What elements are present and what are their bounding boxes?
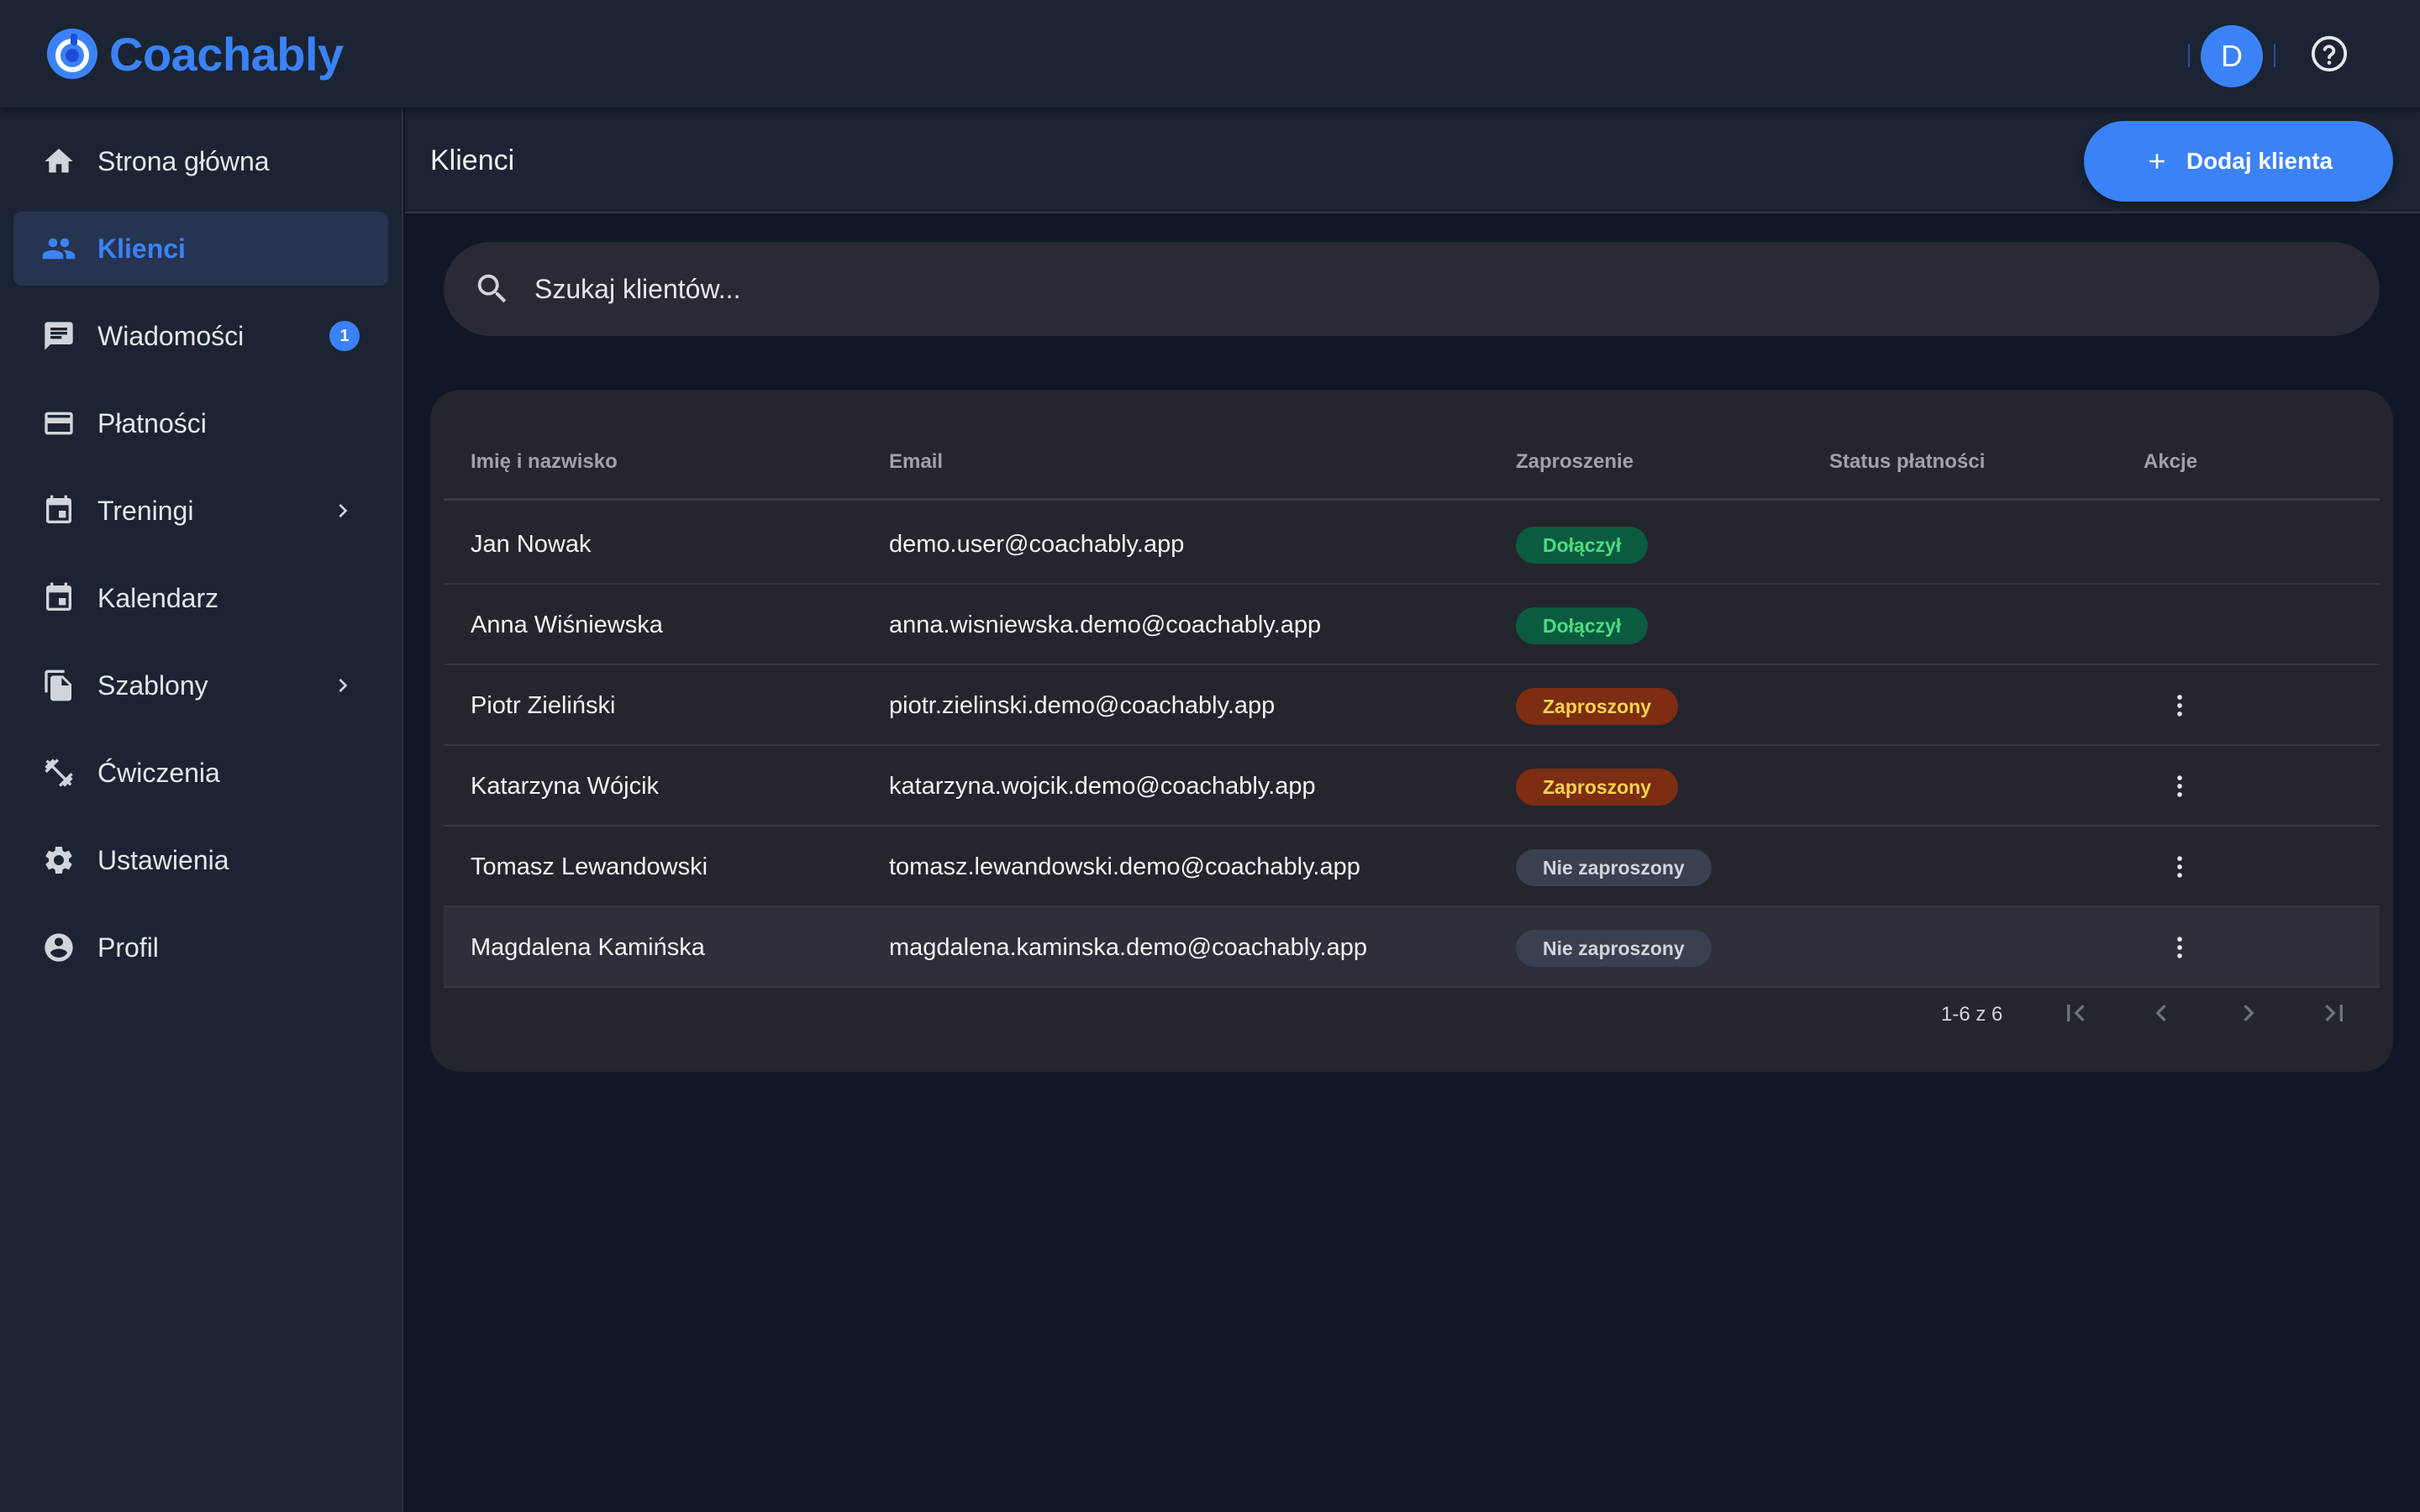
plus-icon xyxy=(2149,154,2165,169)
credit-card-icon xyxy=(40,405,77,442)
row-actions-button[interactable] xyxy=(2163,850,2196,884)
gear-icon xyxy=(40,842,77,879)
page-title: Klienci xyxy=(430,144,515,176)
column-header-name[interactable]: Imię i nazwisko xyxy=(471,423,618,501)
client-email: katarzyna.wojcik.demo@coachably.app xyxy=(889,773,1316,800)
sidebar-item-home[interactable]: Strona główna xyxy=(13,124,388,198)
sidebar-item-templates[interactable]: Szablony xyxy=(13,648,388,722)
people-icon xyxy=(40,230,77,267)
status-badge: Zaproszony xyxy=(1516,688,1679,725)
first-page-button[interactable] xyxy=(2059,996,2092,1030)
brand-logo[interactable]: Coachably xyxy=(45,25,344,82)
top-bar: Coachably D xyxy=(0,0,2420,108)
dumbbell-icon xyxy=(40,754,77,791)
add-client-label: Dodaj klienta xyxy=(2186,148,2333,174)
client-email: piotr.zielinski.demo@coachably.app xyxy=(889,692,1276,719)
search-bar[interactable] xyxy=(444,242,2380,336)
sidebar-item-label: Profil xyxy=(97,932,159,963)
add-client-button[interactable]: Dodaj klienta xyxy=(2084,121,2393,202)
account-circle-icon xyxy=(40,929,77,966)
chevron-left-icon xyxy=(2155,1005,2166,1021)
sidebar-item-payments[interactable]: Płatności xyxy=(13,386,388,460)
table-row[interactable]: Tomasz Lewandowski tomasz.lewandowski.de… xyxy=(444,827,2380,907)
copy-icon xyxy=(40,667,77,704)
chevron-right-icon xyxy=(339,504,348,517)
column-header-actions: Akcje xyxy=(2144,450,2198,473)
more-vertical-icon xyxy=(2177,695,2182,717)
client-email: tomasz.lewandowski.demo@coachably.app xyxy=(889,853,1360,880)
chat-icon xyxy=(40,318,77,354)
status-badge: Nie zaproszony xyxy=(1516,930,1712,967)
sidebar-item-clients[interactable]: Klienci xyxy=(13,212,388,286)
sidebar-item-calendar[interactable]: Kalendarz xyxy=(13,561,388,635)
more-vertical-icon xyxy=(2177,937,2182,958)
table-row[interactable]: Jan Nowak demo.user@coachably.app Dołącz… xyxy=(444,504,2380,585)
avatar[interactable]: D xyxy=(2201,25,2263,87)
logo-icon xyxy=(47,29,97,79)
sidebar-item-label: Strona główna xyxy=(97,145,270,176)
more-vertical-icon xyxy=(2177,856,2182,878)
client-name: Jan Nowak xyxy=(471,531,592,558)
table-row[interactable]: Magdalena Kamińska magdalena.kaminska.de… xyxy=(444,907,2380,988)
table-header: Imię i nazwisko Email Zaproszenie Status… xyxy=(444,423,2380,501)
home-icon xyxy=(40,143,77,180)
pagination-range: 1-6 z 6 xyxy=(1941,1003,2003,1026)
client-email: magdalena.kaminska.demo@coachably.app xyxy=(889,934,1367,961)
next-page-button[interactable] xyxy=(2232,996,2265,1030)
sidebar-item-workouts[interactable]: Treningi xyxy=(13,474,388,548)
help-circle-icon xyxy=(2311,35,2348,72)
client-name: Katarzyna Wójcik xyxy=(471,773,660,800)
user-menu[interactable]: D xyxy=(2188,18,2275,94)
unread-badge: 1 xyxy=(329,321,360,351)
sidebar-item-settings[interactable]: Ustawienia xyxy=(13,823,388,897)
column-header-email[interactable]: Email xyxy=(889,423,943,501)
column-header-payment-status[interactable]: Status płatności xyxy=(1829,423,1985,501)
client-name: Magdalena Kamińska xyxy=(471,934,705,961)
clients-table-card: Imię i nazwisko Email Zaproszenie Status… xyxy=(430,390,2393,1072)
table-row[interactable]: Piotr Zieliński piotr.zielinski.demo@coa… xyxy=(444,665,2380,746)
calendar-icon xyxy=(40,580,77,617)
client-email: demo.user@coachably.app xyxy=(889,531,1185,558)
help-button[interactable] xyxy=(2309,34,2349,74)
status-badge: Dołączył xyxy=(1516,607,1649,644)
row-actions-button[interactable] xyxy=(2163,689,2196,722)
status-badge: Zaproszony xyxy=(1516,769,1679,806)
client-name: Anna Wiśniewska xyxy=(471,612,663,638)
status-badge: Nie zaproszony xyxy=(1516,849,1712,886)
client-name: Piotr Zieliński xyxy=(471,692,616,719)
sidebar-item-label: Kalendarz xyxy=(97,582,219,613)
chevron-right-icon xyxy=(339,679,348,692)
search-icon xyxy=(472,269,513,309)
search-input[interactable] xyxy=(534,273,2380,305)
last-page-icon xyxy=(2325,1005,2343,1021)
sidebar-item-label: Ustawienia xyxy=(97,844,229,875)
first-page-icon xyxy=(2067,1005,2085,1021)
brand-name: Coachably xyxy=(109,27,344,81)
client-name: Tomasz Lewandowski xyxy=(471,853,708,880)
calendar-icon xyxy=(40,492,77,529)
column-header-invitation[interactable]: Zaproszenie xyxy=(1516,423,1634,501)
sidebar-item-label: Ćwiczenia xyxy=(97,757,220,788)
row-actions-button[interactable] xyxy=(2163,769,2196,803)
previous-page-button[interactable] xyxy=(2144,996,2178,1030)
sidebar-item-label: Płatności xyxy=(97,407,207,438)
chevron-right-icon xyxy=(2244,1005,2254,1021)
more-vertical-icon xyxy=(2177,775,2182,797)
sidebar: Strona główna Klienci Wiadomości 1 Płatn… xyxy=(0,108,403,1512)
row-actions-button[interactable] xyxy=(2163,931,2196,964)
sidebar-item-messages[interactable]: Wiadomości 1 xyxy=(13,299,388,373)
client-email: anna.wisniewska.demo@coachably.app xyxy=(889,612,1322,638)
sidebar-item-exercises[interactable]: Ćwiczenia xyxy=(13,736,388,810)
status-badge: Dołączył xyxy=(1516,527,1649,564)
sidebar-item-profile[interactable]: Profil xyxy=(13,911,388,984)
last-page-button[interactable] xyxy=(2317,996,2351,1030)
table-row[interactable]: Anna Wiśniewska anna.wisniewska.demo@coa… xyxy=(444,585,2380,665)
table-row[interactable]: Katarzyna Wójcik katarzyna.wojcik.demo@c… xyxy=(444,746,2380,827)
sidebar-item-label: Klienci xyxy=(97,233,186,264)
